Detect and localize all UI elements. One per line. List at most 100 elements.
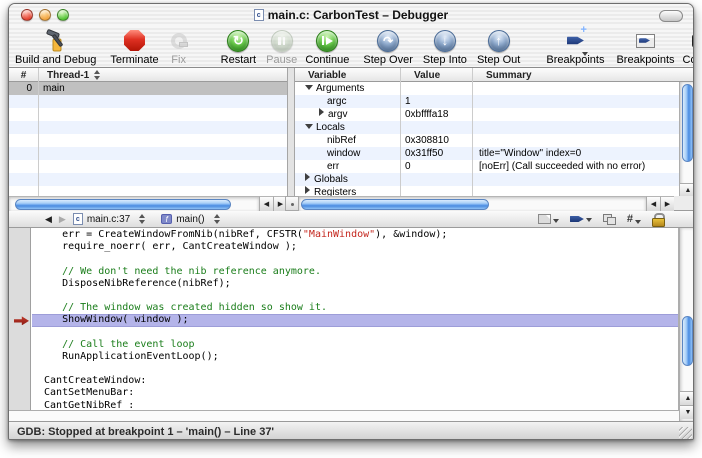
hammer-icon (43, 28, 69, 53)
editor-horizontal-scrollbar[interactable] (9, 410, 679, 421)
threads-horizontal-scrollbar[interactable] (9, 196, 259, 211)
code-line[interactable] (32, 253, 678, 265)
variable-row[interactable]: window0x31ff50title="Window" index=0 (295, 147, 694, 160)
code-line[interactable] (32, 327, 678, 339)
disclosure-triangle-icon[interactable] (305, 124, 313, 129)
code-line[interactable]: err = CreateWindowFromNib(nibRef, CFSTR(… (32, 229, 678, 241)
source-editor[interactable]: err = CreateWindowFromNib(nibRef, CFSTR(… (9, 228, 679, 410)
scrollbar-thumb[interactable] (682, 316, 693, 366)
code-line[interactable] (32, 290, 678, 302)
code-line[interactable]: CantCreateWindow: (32, 375, 678, 387)
restart-button[interactable]: ↻ Restart (221, 28, 256, 66)
minimize-button[interactable] (39, 9, 51, 21)
toolbar-item-label: Build and Debug (15, 54, 96, 66)
variable-row[interactable]: Globals (295, 173, 694, 186)
thread-row[interactable]: 0main (9, 82, 287, 95)
code-line[interactable]: CantGetNibRef : (32, 400, 678, 410)
zoom-button[interactable] (57, 9, 69, 21)
variable-row[interactable]: Arguments (295, 82, 694, 95)
step-into-button[interactable]: ↓ Step Into (423, 28, 467, 66)
variable-row[interactable]: Locals (295, 121, 694, 134)
step-over-button[interactable]: ↷ Step Over (363, 28, 413, 66)
continue-button[interactable]: Continue (305, 28, 349, 66)
editor-gutter[interactable] (9, 228, 31, 410)
scrollbar-thumb[interactable] (15, 199, 231, 210)
pane-splitter[interactable] (287, 68, 295, 211)
forward-arrow-button[interactable]: ▶ (59, 214, 66, 225)
scrollbar-row: ◀ ▶ ◀ ▶ (9, 196, 693, 211)
c-file-icon: c (73, 213, 83, 225)
line-number-button[interactable]: # (627, 213, 641, 225)
lock-button[interactable] (652, 213, 663, 225)
scrollbar-thumb[interactable] (301, 199, 489, 210)
close-button[interactable] (21, 9, 33, 21)
breakpoints-window-icon (636, 28, 655, 53)
scroll-up-button[interactable]: ▲ (680, 183, 694, 197)
variable-list[interactable]: Argumentsargc1argv0xbffffa18LocalsnibRef… (295, 82, 694, 196)
code-line[interactable]: require_noerr( err, CantCreateWindow ); (32, 241, 678, 253)
code-line[interactable]: // We don't need the nib reference anymo… (32, 266, 678, 278)
toolbar-item-label: Step Out (477, 54, 520, 66)
editor-vertical-scrollbar[interactable]: ▲ ▼ (679, 228, 694, 421)
variable-row[interactable]: argc1 (295, 95, 694, 108)
toolbar-item-label: Breakpoints (616, 54, 674, 66)
splitter-dot-button[interactable] (285, 196, 299, 211)
scroll-down-button[interactable]: ▼ (680, 405, 694, 419)
toolbar-item-label: Continue (305, 54, 349, 66)
value-column-header[interactable]: Value (400, 68, 472, 82)
resize-grip[interactable] (679, 427, 692, 440)
file-popup[interactable]: c main.c:37 (73, 213, 145, 225)
breakpoint-menu-button[interactable] (570, 215, 592, 223)
column-divider (472, 68, 473, 196)
terminate-button[interactable]: Terminate (110, 28, 158, 66)
empty-row (9, 160, 287, 173)
thread-popup-header[interactable]: Thread-1 (38, 68, 287, 82)
variable-row[interactable]: Registers (295, 186, 694, 196)
build-and-debug-button[interactable]: Build and Debug (15, 28, 96, 66)
title-bar[interactable]: c main.c: CarbonTest – Debugger (9, 4, 693, 26)
disclosure-triangle-icon[interactable] (319, 108, 324, 116)
variable-row[interactable]: nibRef0x308810 (295, 134, 694, 147)
thread-num-column-header[interactable]: # (9, 68, 38, 82)
toolbar-item-label: Fix (171, 54, 186, 66)
included-files-button[interactable] (603, 214, 616, 225)
pause-button: Pause (266, 28, 297, 66)
scrollbar-thumb[interactable] (682, 84, 693, 162)
add-breakpoint-button[interactable]: + Breakpoints (546, 28, 604, 66)
disclosure-triangle-icon[interactable] (305, 85, 313, 90)
tape-icon (171, 28, 187, 53)
variables-horizontal-scrollbar[interactable] (299, 196, 646, 211)
popup-stepper-icon (139, 214, 145, 224)
code-line[interactable] (32, 363, 678, 375)
window-title: c main.c: CarbonTest – Debugger (254, 8, 448, 22)
step-out-button[interactable]: ↑ Step Out (477, 28, 520, 66)
scroll-right-button[interactable]: ▶ (660, 196, 674, 211)
summary-column-header[interactable]: Summary (472, 68, 692, 82)
thread-list[interactable]: 0main (9, 82, 287, 196)
variables-vertical-scrollbar[interactable]: ▲ ▼ (679, 82, 694, 211)
disclosure-triangle-icon[interactable] (305, 173, 310, 181)
variable-column-header[interactable]: Variable (295, 68, 400, 82)
scroll-up-button[interactable]: ▲ (680, 391, 694, 405)
back-arrow-button[interactable]: ◀ (45, 214, 52, 225)
disclosure-triangle-icon[interactable] (305, 186, 310, 194)
status-text: GDB: Stopped at breakpoint 1 – 'main() –… (17, 426, 274, 438)
source-code[interactable]: err = CreateWindowFromNib(nibRef, CFSTR(… (32, 229, 678, 410)
code-line[interactable]: // The window was created hidden so show… (32, 302, 678, 314)
variable-row[interactable]: err0[noErr] (Call succeeded with no erro… (295, 160, 694, 173)
column-divider (400, 68, 401, 196)
counterpart-button[interactable] (538, 214, 559, 224)
function-popup[interactable]: f main() (161, 214, 219, 225)
scroll-left-button[interactable]: ◀ (259, 196, 273, 211)
console-button[interactable]: (gdb) Console (683, 28, 694, 66)
empty-row (9, 108, 287, 121)
scroll-left-button[interactable]: ◀ (646, 196, 660, 211)
toolbar-toggle-pill[interactable] (659, 10, 683, 22)
breakpoints-window-button[interactable]: Breakpoints (616, 28, 674, 66)
code-line[interactable]: // Call the event loop (32, 339, 678, 351)
variable-row[interactable]: argv0xbffffa18 (295, 108, 694, 121)
code-line[interactable]: RunApplicationEventLoop(); (32, 351, 678, 363)
code-line[interactable]: ShowWindow( window ); (32, 314, 678, 326)
code-line[interactable]: DisposeNibReference(nibRef); (32, 278, 678, 290)
code-line[interactable]: CantSetMenuBar: (32, 387, 678, 399)
